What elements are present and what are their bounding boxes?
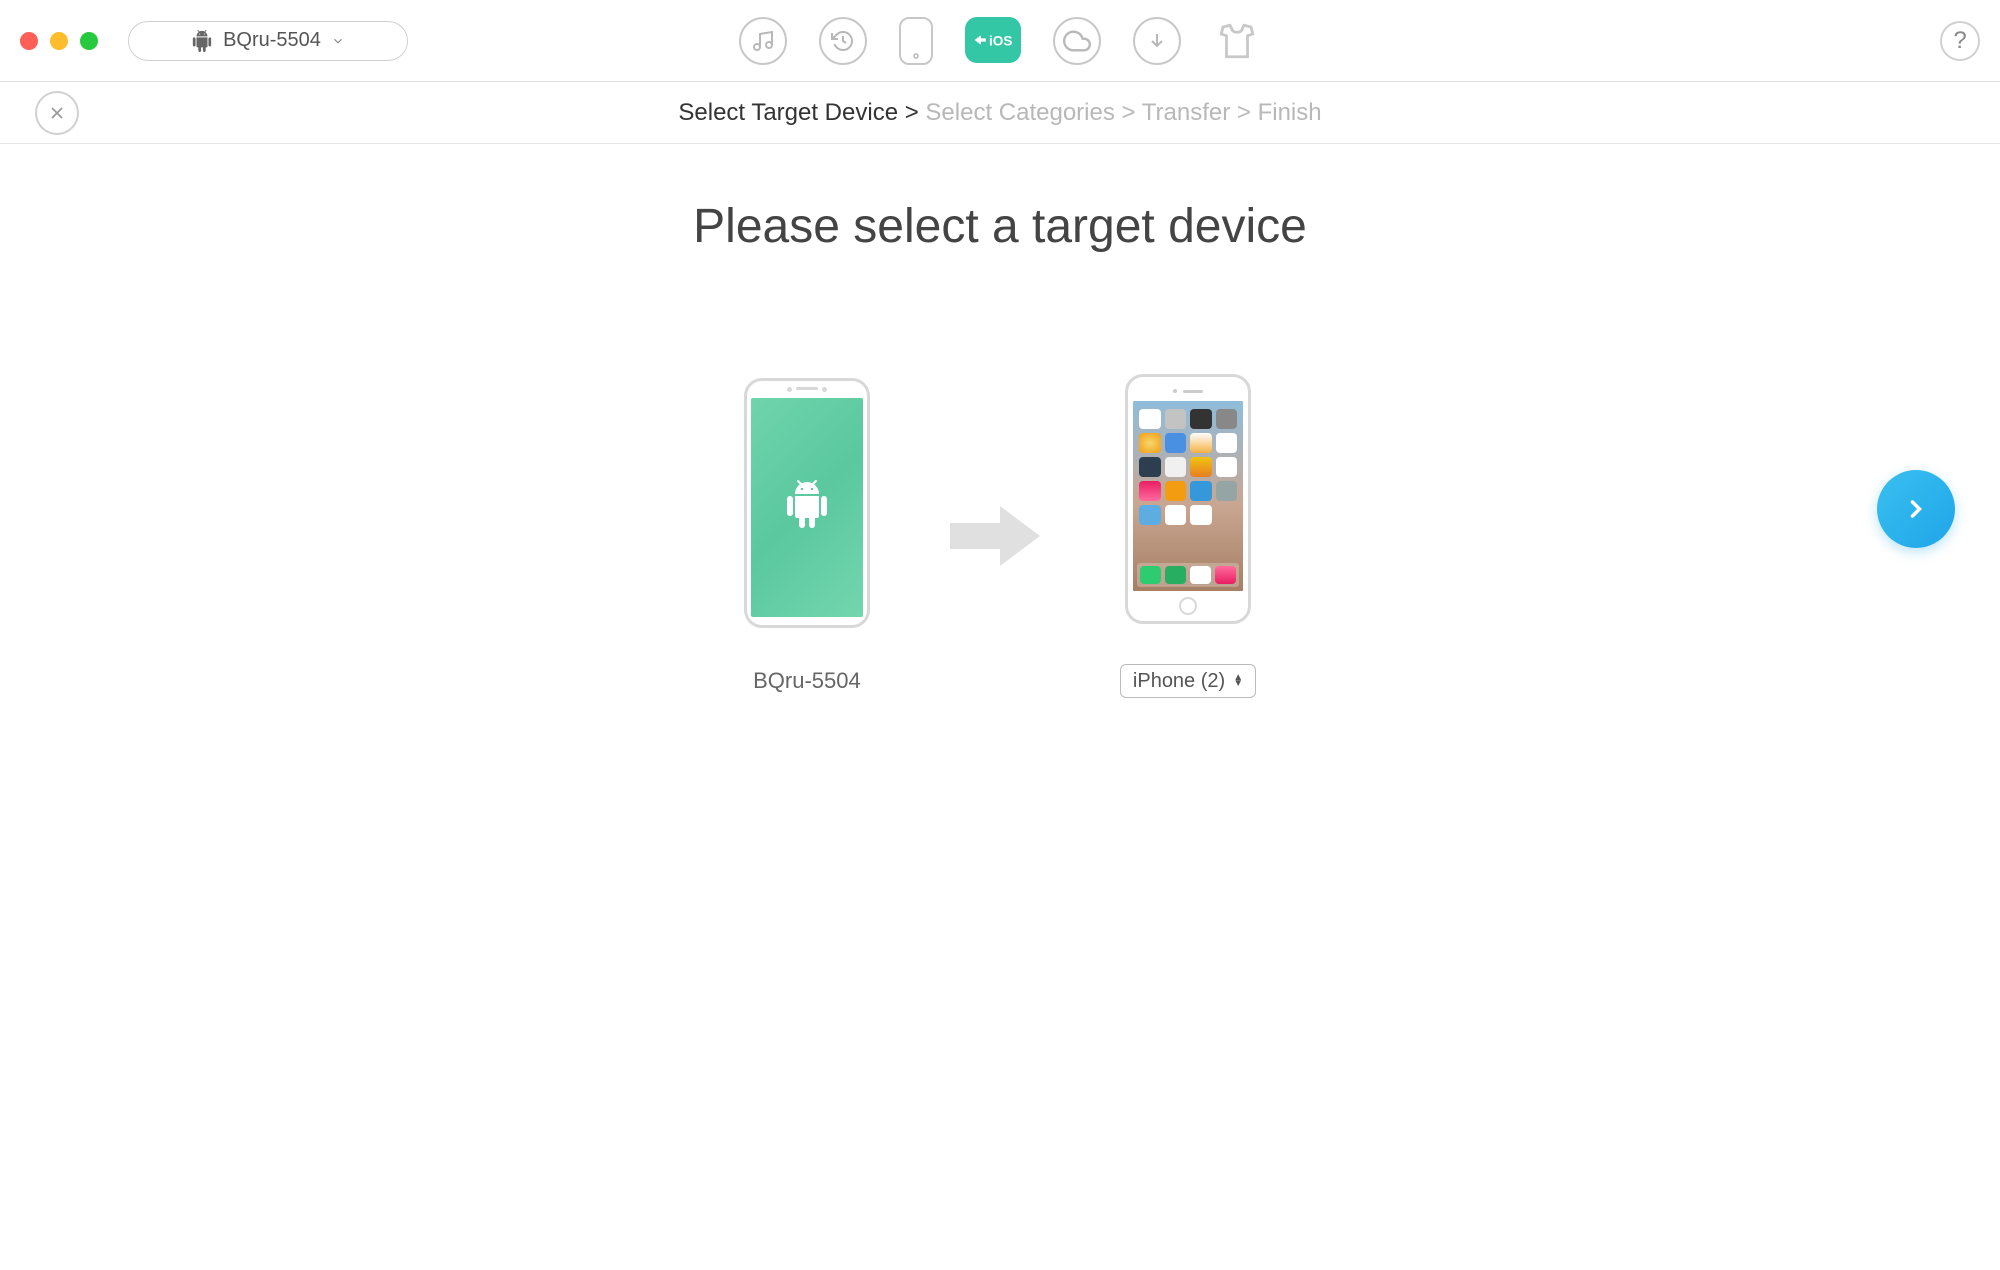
main-content: Please select a target device BQru-5504: [0, 144, 2000, 698]
themes-tab[interactable]: [1213, 17, 1261, 65]
updown-icon: ▲▼: [1233, 675, 1243, 687]
music-icon: [751, 29, 775, 53]
source-device-dropdown[interactable]: BQru-5504: [128, 21, 408, 61]
help-button[interactable]: ?: [1940, 21, 1980, 61]
chevron-down-icon: [331, 34, 345, 48]
next-button[interactable]: [1877, 470, 1955, 548]
target-device-selected: iPhone (2): [1133, 670, 1225, 693]
breadcrumb-step-3: Transfer: [1142, 99, 1230, 126]
download-icon: [1145, 29, 1169, 53]
window-controls: [20, 32, 98, 50]
page-heading: Please select a target device: [0, 199, 2000, 254]
iphone-graphic: [1125, 374, 1251, 624]
breadcrumb-step-4: Finish: [1258, 99, 1322, 126]
history-tab[interactable]: [819, 17, 867, 65]
android-robot-icon: [782, 480, 832, 536]
music-tab[interactable]: [739, 17, 787, 65]
help-label: ?: [1953, 27, 1966, 55]
cloud-icon: [1063, 27, 1091, 55]
maximize-window-button[interactable]: [80, 32, 98, 50]
phone-tab[interactable]: [899, 17, 933, 65]
source-device-label: BQru-5504: [753, 668, 861, 694]
close-button[interactable]: [35, 91, 79, 135]
breadcrumb: Select Target Device > Select Categories…: [678, 99, 1321, 127]
source-device-name: BQru-5504: [223, 29, 321, 52]
source-device-column: BQru-5504: [744, 378, 870, 694]
close-window-button[interactable]: [20, 32, 38, 50]
close-icon: [47, 103, 67, 123]
breadcrumb-bar: Select Target Device > Select Categories…: [0, 82, 2000, 144]
svg-text:iOS: iOS: [989, 33, 1012, 48]
breadcrumb-step-2: Select Categories: [925, 99, 1114, 126]
android-icon: [191, 30, 213, 52]
nav-icons: iOS: [739, 17, 1261, 65]
transfer-arrow-icon: [950, 501, 1040, 571]
breadcrumb-step-1: Select Target Device: [678, 99, 898, 126]
chevron-right-icon: [1902, 495, 1930, 523]
shirt-icon: [1216, 20, 1258, 62]
move-to-ios-tab[interactable]: iOS: [965, 17, 1021, 63]
phone-home-dot-icon: [913, 53, 919, 59]
history-icon: [831, 29, 855, 53]
minimize-window-button[interactable]: [50, 32, 68, 50]
android-phone-graphic: [744, 378, 870, 628]
download-tab[interactable]: [1133, 17, 1181, 65]
target-device-select[interactable]: iPhone (2) ▲▼: [1120, 664, 1256, 698]
ios-icon: iOS: [973, 26, 1013, 54]
target-device-column: iPhone (2) ▲▼: [1120, 374, 1256, 698]
toolbar: BQru-5504 iOS: [0, 0, 2000, 82]
devices-row: BQru-5504: [0, 374, 2000, 698]
cloud-tab[interactable]: [1053, 17, 1101, 65]
